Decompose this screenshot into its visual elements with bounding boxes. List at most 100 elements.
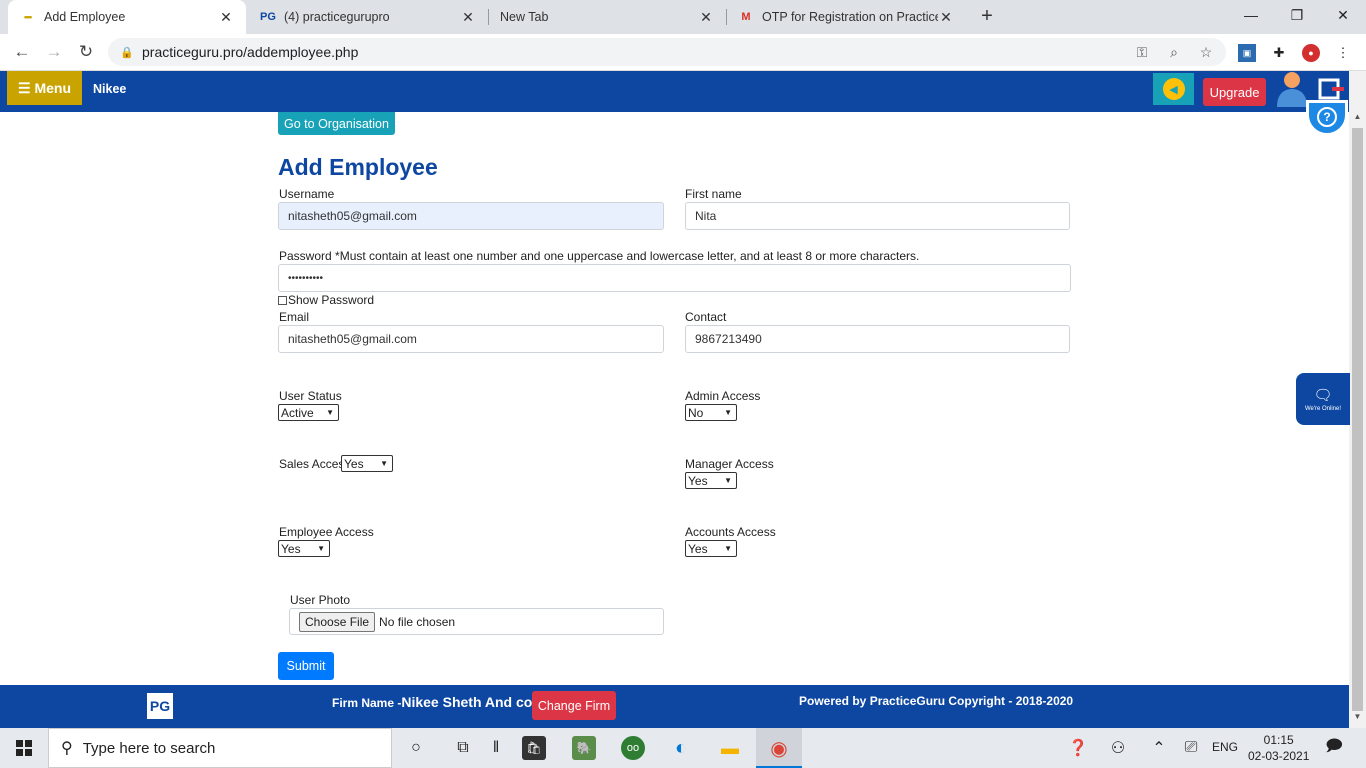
window-close-button[interactable]: ✕ (1320, 0, 1366, 32)
divider-icon: ‖ (492, 739, 500, 756)
evernote-icon[interactable]: 🐘 (572, 736, 596, 760)
admin-access-label: Admin Access (685, 389, 761, 403)
chrome-icon: ◉ (770, 737, 788, 760)
user-status-value: Active (281, 405, 314, 420)
scroll-down-arrow[interactable]: ▼ (1349, 712, 1366, 726)
zoom-icon[interactable]: ⌕ (1164, 42, 1184, 62)
chat-bubbles-icon: 🗨 (1313, 386, 1333, 404)
tab-title: New Tab (500, 10, 549, 24)
upgrade-button[interactable]: Upgrade (1203, 78, 1266, 106)
close-tab-icon[interactable]: ✕ (698, 9, 714, 26)
chrome-taskbar-button[interactable]: ◉ (756, 728, 802, 768)
checkbox-box[interactable] (278, 295, 287, 305)
firstname-label: First name (685, 187, 742, 201)
back-button[interactable]: ← (10, 40, 34, 64)
firm-name: Firm Name -Nikee Sheth And co (332, 694, 532, 710)
close-tab-icon[interactable]: ✕ (218, 9, 234, 26)
sales-access-label: Sales Access (279, 457, 351, 471)
clock[interactable]: 01:15 02-03-2021 (1248, 732, 1309, 764)
password-label: Password *Must contain at least one numb… (279, 249, 920, 263)
manager-access-select[interactable]: Yes ▼ (685, 472, 737, 489)
notifications-icon[interactable]: 🗩 (1322, 736, 1346, 760)
accounts-access-value: Yes (688, 541, 708, 556)
gmail-icon: M (741, 11, 751, 23)
chevron-down-icon: ▼ (317, 544, 325, 553)
admin-access-select[interactable]: No ▼ (685, 404, 737, 421)
close-tab-icon[interactable]: ✕ (460, 9, 476, 26)
user-photo-file-input[interactable]: Choose File No file chosen (289, 608, 664, 635)
people-icon[interactable]: ⚇ (1106, 736, 1130, 760)
language-indicator[interactable]: ENG (1212, 740, 1238, 754)
help-tray-icon[interactable]: ❓ (1066, 736, 1090, 760)
profile-extension-icon[interactable]: ● (1302, 44, 1320, 62)
windows-logo-icon (16, 740, 32, 756)
chevron-down-icon: ▼ (724, 408, 732, 417)
start-button[interactable] (0, 728, 48, 768)
network-icon[interactable]: ⎚ (1179, 736, 1203, 760)
accounts-access-select[interactable]: Yes ▼ (685, 540, 737, 557)
go-to-organisation-button[interactable]: Go to Organisation (278, 112, 395, 135)
forward-button[interactable]: → (42, 40, 66, 64)
file-explorer-icon[interactable]: ▬ (718, 736, 742, 760)
password-field[interactable]: •••••••••• (278, 264, 1071, 292)
firm-prefix: Firm Name - (332, 696, 402, 710)
employee-access-select[interactable]: Yes ▼ (278, 540, 330, 557)
employee-access-value: Yes (281, 541, 301, 556)
firstname-field[interactable]: Nita (685, 202, 1070, 230)
maximize-button[interactable]: ❐ (1274, 0, 1320, 32)
chat-status-text: We're Online! (1304, 405, 1342, 412)
tripadvisor-icon[interactable]: oo (621, 736, 645, 760)
bookmark-star-icon[interactable]: ☆ (1196, 42, 1216, 62)
scroll-up-arrow[interactable]: ▲ (1349, 112, 1366, 126)
tab-title: (4) practicegurupro (284, 10, 390, 24)
edge-icon[interactable]: ◐ (669, 736, 693, 760)
powered-by-text: Powered by PracticeGuru Copyright - 2018… (799, 694, 1074, 708)
key-icon[interactable]: ⚿ (1132, 42, 1152, 62)
employee-access-label: Employee Access (279, 525, 374, 539)
menu-button[interactable]: ☰ Menu (7, 71, 82, 105)
scrollbar-thumb[interactable] (1352, 128, 1363, 711)
new-tab-button[interactable]: + (976, 5, 998, 27)
lock-icon: 🔒 (120, 46, 134, 59)
help-button[interactable]: ? (1306, 100, 1348, 136)
reload-button[interactable]: ↻ (74, 40, 98, 64)
sales-access-select[interactable]: Yes ▼ (341, 455, 393, 472)
user-status-select[interactable]: Active ▼ (278, 404, 339, 421)
address-bar[interactable]: 🔒 practiceguru.pro/addemployee.php ⚿ ⌕ ☆ (108, 38, 1226, 66)
chevron-down-icon: ▼ (326, 408, 334, 417)
browser-tab-otp-gmail[interactable]: M OTP for Registration on PracticeG ✕ (726, 0, 966, 34)
chevron-down-icon: ▼ (724, 476, 732, 485)
url-text: practiceguru.pro/addemployee.php (142, 44, 359, 60)
browser-tab-add-employee[interactable]: ━ Add Employee ✕ (8, 0, 246, 34)
accounts-access-label: Accounts Access (685, 525, 776, 539)
extension-image-icon[interactable]: ▣ (1238, 44, 1256, 62)
chevron-up-icon[interactable]: ⌃ (1147, 736, 1171, 760)
browser-tab-practicegurupro[interactable]: PG (4) practicegurupro ✕ (248, 0, 488, 34)
extensions-puzzle-icon[interactable]: ✚ (1270, 44, 1288, 62)
submit-button[interactable]: Submit (278, 652, 334, 680)
live-chat-widget[interactable]: 🗨 We're Online! (1296, 373, 1350, 425)
email-field[interactable]: nitasheth05@gmail.com (278, 325, 664, 353)
no-file-text: No file chosen (379, 614, 456, 629)
username-label: Username (279, 187, 335, 201)
browser-tab-new-tab[interactable]: New Tab ✕ (488, 0, 726, 34)
username-field[interactable]: nitasheth05@gmail.com (278, 202, 664, 230)
browser-toolbar: ← → ↻ 🔒 practiceguru.pro/addemployee.php… (0, 34, 1366, 71)
chrome-menu-icon[interactable]: ⋮ (1334, 44, 1352, 62)
logout-icon[interactable] (1318, 78, 1344, 100)
show-password-checkbox[interactable]: Show Password (278, 293, 374, 307)
task-view-icon[interactable]: ⧉ (451, 736, 475, 760)
practiceguru-logo: PG (147, 693, 173, 719)
close-tab-icon[interactable]: ✕ (938, 9, 954, 26)
contact-field[interactable]: 9867213490 (685, 325, 1070, 353)
change-firm-button[interactable]: Change Firm (532, 691, 616, 720)
minimize-button[interactable]: — (1228, 0, 1274, 32)
user-avatar-icon[interactable] (1275, 71, 1307, 107)
cortana-icon[interactable]: ○ (404, 736, 428, 760)
back-arrow-button[interactable]: ◀ (1153, 73, 1194, 105)
store-icon[interactable]: 🛍 (522, 736, 546, 760)
taskbar-search[interactable]: ⚲ Type here to search (48, 728, 392, 768)
choose-file-button[interactable]: Choose File (299, 611, 376, 632)
pg-favicon-icon: PG (260, 11, 276, 23)
page-title: Add Employee (278, 154, 438, 180)
